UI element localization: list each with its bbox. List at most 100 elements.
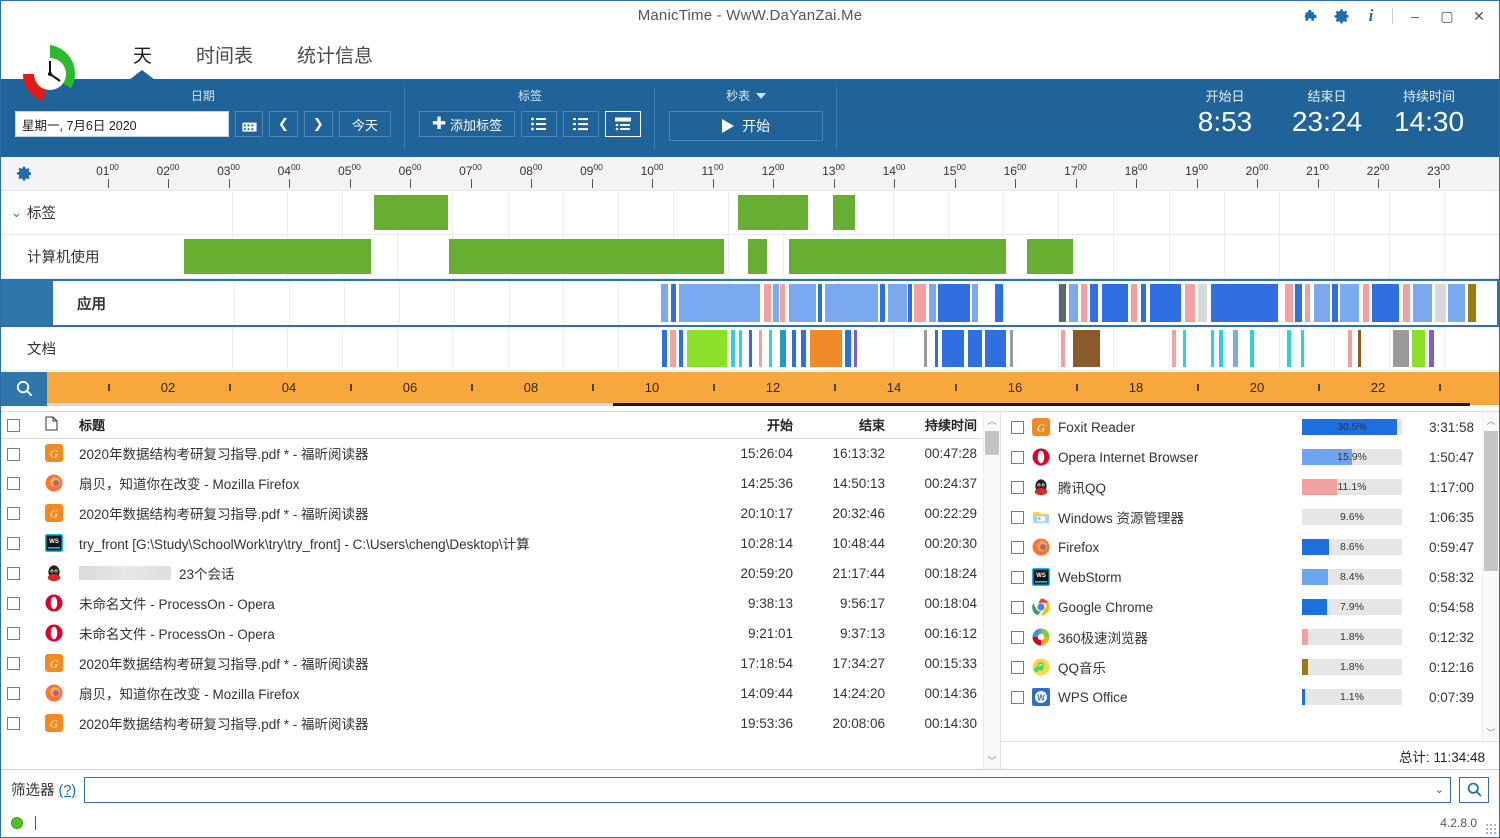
timeline-segment[interactable] <box>183 239 372 274</box>
row-checkbox-cell[interactable] <box>1 708 39 738</box>
app-checkbox[interactable] <box>1011 450 1024 464</box>
row-title-cell[interactable]: 未命名文件 - ProcessOn - Opera <box>73 588 707 618</box>
table-row[interactable]: 未命名文件 - ProcessOn - Opera 9:38:13 9:56:17 0… <box>1 588 983 618</box>
timeline-segment[interactable] <box>748 239 767 274</box>
timeline-segment[interactable] <box>1287 330 1292 367</box>
timeline-segment[interactable] <box>1210 284 1279 322</box>
timeline-segment[interactable] <box>1284 284 1293 322</box>
timeline-segment[interactable] <box>934 330 939 367</box>
timeline-segment[interactable] <box>994 284 1003 322</box>
application-scrollbar[interactable]: ︿ ﹀ <box>1482 412 1499 741</box>
timeline-track-applications[interactable] <box>179 281 1497 325</box>
timeline-segment[interactable] <box>800 330 806 367</box>
filter-search-button[interactable] <box>1459 776 1489 803</box>
timeline-segment[interactable] <box>1027 239 1074 274</box>
timeline-ruler-body[interactable]: 02 04 06 08 10 12 14 16 18 20 22 <box>47 372 1499 406</box>
row-title-cell[interactable]: 2020年数据结构考研复习指导.pdf * - 福昕阅读器 <box>73 648 707 678</box>
timeline-segment[interactable] <box>972 284 978 322</box>
timeline-segment[interactable] <box>679 330 684 367</box>
timeline-segment[interactable] <box>764 284 771 322</box>
row-title-cell[interactable]: 2020年数据结构考研复习指导.pdf * - 福昕阅读器 <box>73 498 707 528</box>
close-button[interactable]: ✕ <box>1463 2 1495 30</box>
timeline-segment[interactable] <box>888 284 907 322</box>
timeline-segment[interactable] <box>670 284 676 322</box>
timeline-segment[interactable] <box>810 330 842 367</box>
row-checkbox[interactable] <box>7 687 20 701</box>
list-item[interactable]: 360极速浏览器 1.8% 0:12:32 <box>1001 622 1482 652</box>
row-title-cell[interactable]: 2020年数据结构考研复习指导.pdf * - 福昕阅读器 <box>73 438 707 468</box>
timeline-settings-gear-icon[interactable] <box>1 157 47 191</box>
date-input[interactable]: 星期一, 7月6日 2020 <box>15 111 229 137</box>
row-checkbox-cell[interactable] <box>1 438 39 468</box>
timeline-segment[interactable] <box>984 330 1006 367</box>
app-checkbox[interactable] <box>1011 630 1024 644</box>
timeline-row-computer-usage[interactable]: 计算机使用 <box>1 235 1499 279</box>
timeline-segment[interactable] <box>1250 330 1255 367</box>
timeline-segment[interactable] <box>670 330 677 367</box>
row-title-cell[interactable]: 扇贝，知道你在改变 - Mozilla Firefox <box>73 678 707 708</box>
timeline-segment[interactable] <box>914 284 927 322</box>
timeline-segment[interactable] <box>789 239 1006 274</box>
timeline-segment[interactable] <box>678 284 761 322</box>
scroll-down-icon[interactable]: ﹀ <box>1483 724 1499 741</box>
timeline-segment[interactable] <box>1059 284 1066 322</box>
timeline-segment[interactable] <box>1371 284 1400 322</box>
maximize-button[interactable]: ▢ <box>1431 2 1463 30</box>
timeline-segment[interactable] <box>938 284 970 322</box>
stopwatch-group-title[interactable]: 秒表 <box>726 87 767 104</box>
row-checkbox[interactable] <box>7 627 20 641</box>
scroll-up-icon[interactable]: ︿ <box>984 412 1000 429</box>
timeline-segment[interactable] <box>1411 330 1425 367</box>
select-all-header[interactable] <box>1 412 39 439</box>
scroll-up-icon[interactable]: ︿ <box>1483 412 1499 429</box>
timeline-segment[interactable] <box>737 195 808 230</box>
timeline-segment[interactable] <box>687 330 727 367</box>
timeline-segment[interactable] <box>1130 284 1138 322</box>
activity-scrollbar[interactable]: ︿ ﹀ <box>983 412 1000 769</box>
list-item[interactable]: Google Chrome 7.9% 0:54:58 <box>1001 592 1482 622</box>
column-header-title[interactable]: 标题 <box>73 412 707 439</box>
row-checkbox[interactable] <box>7 597 20 611</box>
timeline-track-tags[interactable] <box>177 191 1499 234</box>
table-row[interactable]: G 2020年数据结构考研复习指导.pdf * - 福昕阅读器 20:10:17 20… <box>1 498 983 528</box>
app-checkbox[interactable] <box>1011 600 1024 614</box>
timeline-segment[interactable] <box>730 330 735 367</box>
tab-day[interactable]: 天 <box>111 31 174 68</box>
list-view-detailed-button[interactable] <box>521 111 558 137</box>
filter-dropdown-chevron-icon[interactable]: ⌄ <box>1435 783 1444 796</box>
filter-input[interactable]: ⌄ <box>84 776 1451 803</box>
timeline-segment[interactable] <box>449 239 725 274</box>
timeline-segment[interactable] <box>1300 330 1304 367</box>
timeline-segment[interactable] <box>1218 330 1223 367</box>
chevron-down-icon[interactable]: ⌄ <box>11 205 22 221</box>
timeline-segment[interactable] <box>791 330 796 367</box>
column-header-start[interactable]: 开始 <box>707 412 799 439</box>
list-item[interactable]: Opera Internet Browser 15.9% 1:50:47 <box>1001 442 1482 472</box>
timeline-segment[interactable] <box>1183 330 1187 367</box>
timeline-segment[interactable] <box>738 330 743 367</box>
list-item[interactable]: G Foxit Reader 30.5% 3:31:58 <box>1001 412 1482 442</box>
timeline-segment[interactable] <box>1393 330 1410 367</box>
list-view-grouped-button[interactable] <box>605 111 642 137</box>
timeline-segment[interactable] <box>1141 284 1147 322</box>
timeline-segment[interactable] <box>769 330 772 367</box>
timeline-segment[interactable] <box>1197 284 1208 322</box>
puzzle-icon[interactable] <box>1296 2 1326 30</box>
app-checkbox[interactable] <box>1011 570 1024 584</box>
timeline-zoom-ruler[interactable]: 02 04 06 08 10 12 14 16 18 20 22 <box>1 371 1499 406</box>
timeline-segment[interactable] <box>1428 330 1434 367</box>
timeline-segment[interactable] <box>928 284 936 322</box>
row-checkbox[interactable] <box>7 477 20 491</box>
timeline-segment[interactable] <box>1172 330 1177 367</box>
table-row[interactable]: G 2020年数据结构考研复习指导.pdf * - 福昕阅读器 17:18:54 17… <box>1 648 983 678</box>
timeline-segment[interactable] <box>1080 284 1088 322</box>
row-title-cell[interactable]: try_front [G:\Study\SchoolWork\try\try_f… <box>73 528 707 558</box>
timeline-segment[interactable] <box>1332 284 1338 322</box>
timeline-segment[interactable] <box>880 284 886 322</box>
timeline-segment[interactable] <box>1101 284 1128 322</box>
timeline-segment[interactable] <box>662 330 667 367</box>
timeline-segment[interactable] <box>773 284 779 322</box>
row-checkbox[interactable] <box>7 567 20 581</box>
timeline-segment[interactable] <box>1362 284 1370 322</box>
row-checkbox[interactable] <box>7 657 20 671</box>
